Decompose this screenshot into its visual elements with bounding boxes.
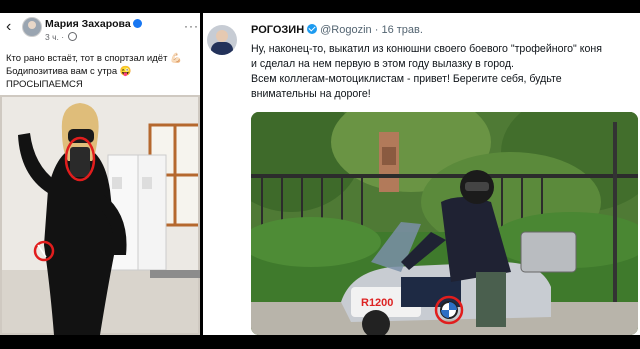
author-name[interactable]: Мария Захарова (45, 18, 142, 30)
post-text-line-2: Бодипозитива вам с утра 😜 (6, 66, 132, 77)
bottom-black-bar (0, 335, 640, 349)
motorcycle-photo-illustration: R1200 (251, 112, 638, 335)
verified-icon (132, 19, 142, 28)
author-handle[interactable]: @Rogozin (320, 24, 372, 36)
top-black-bar (0, 0, 640, 13)
post-text-line-3: ПРОСЫПАЕМСЯ (6, 79, 83, 90)
tweet-text-line-4: внимательны на дороге! (251, 88, 371, 100)
separator-dot: · (374, 24, 379, 36)
chevron-left-icon[interactable]: ‹ (6, 19, 11, 35)
more-icon[interactable]: ··· (184, 19, 199, 33)
motorcycle-plate-text: R1200 (361, 297, 393, 309)
tweet-text-line-2: и сделал на нем первую в этом году вылаз… (251, 58, 514, 70)
post-header: ‹ Мария Захарова 3 ч. · ··· (0, 13, 200, 47)
gym-selfie-illustration (0, 95, 200, 335)
post-time-text: 3 ч. (45, 32, 59, 42)
author-name[interactable]: РОГОЗИН (251, 24, 304, 36)
facebook-post: ‹ Мария Захарова 3 ч. · ··· Кто рано вст… (0, 13, 200, 335)
post-time[interactable]: 3 ч. · (45, 32, 78, 42)
avatar[interactable] (22, 17, 42, 37)
author-name-text[interactable]: Мария Захарова (45, 18, 131, 30)
globe-icon (68, 32, 78, 41)
post-text-line-1: Кто рано встаёт, тот в спортзал идёт 💪🏻 (6, 53, 182, 64)
twitter-post: РОГОЗИН @Rogozin · 16 трав. Ну, наконец-т… (203, 13, 640, 335)
verified-icon (307, 24, 318, 34)
tweet-text-line-1: Ну, наконец-то, выкатил из конюшни своег… (251, 43, 602, 55)
post-text: Кто рано встаёт, тот в спортзал идёт 💪🏻 … (6, 52, 196, 91)
avatar[interactable] (207, 25, 237, 55)
tweet-photo[interactable]: R1200 (251, 112, 638, 335)
tweet-date[interactable]: 16 трав. (381, 24, 422, 36)
tweet-header: РОГОЗИН @Rogozin · 16 трав. (251, 24, 423, 36)
tweet-text-line-3: Всем коллегам-мотоциклистам - привет! Бе… (251, 73, 562, 85)
post-photo[interactable] (0, 95, 200, 335)
tweet-text: Ну, наконец-то, выкатил из конюшни своег… (251, 42, 637, 102)
